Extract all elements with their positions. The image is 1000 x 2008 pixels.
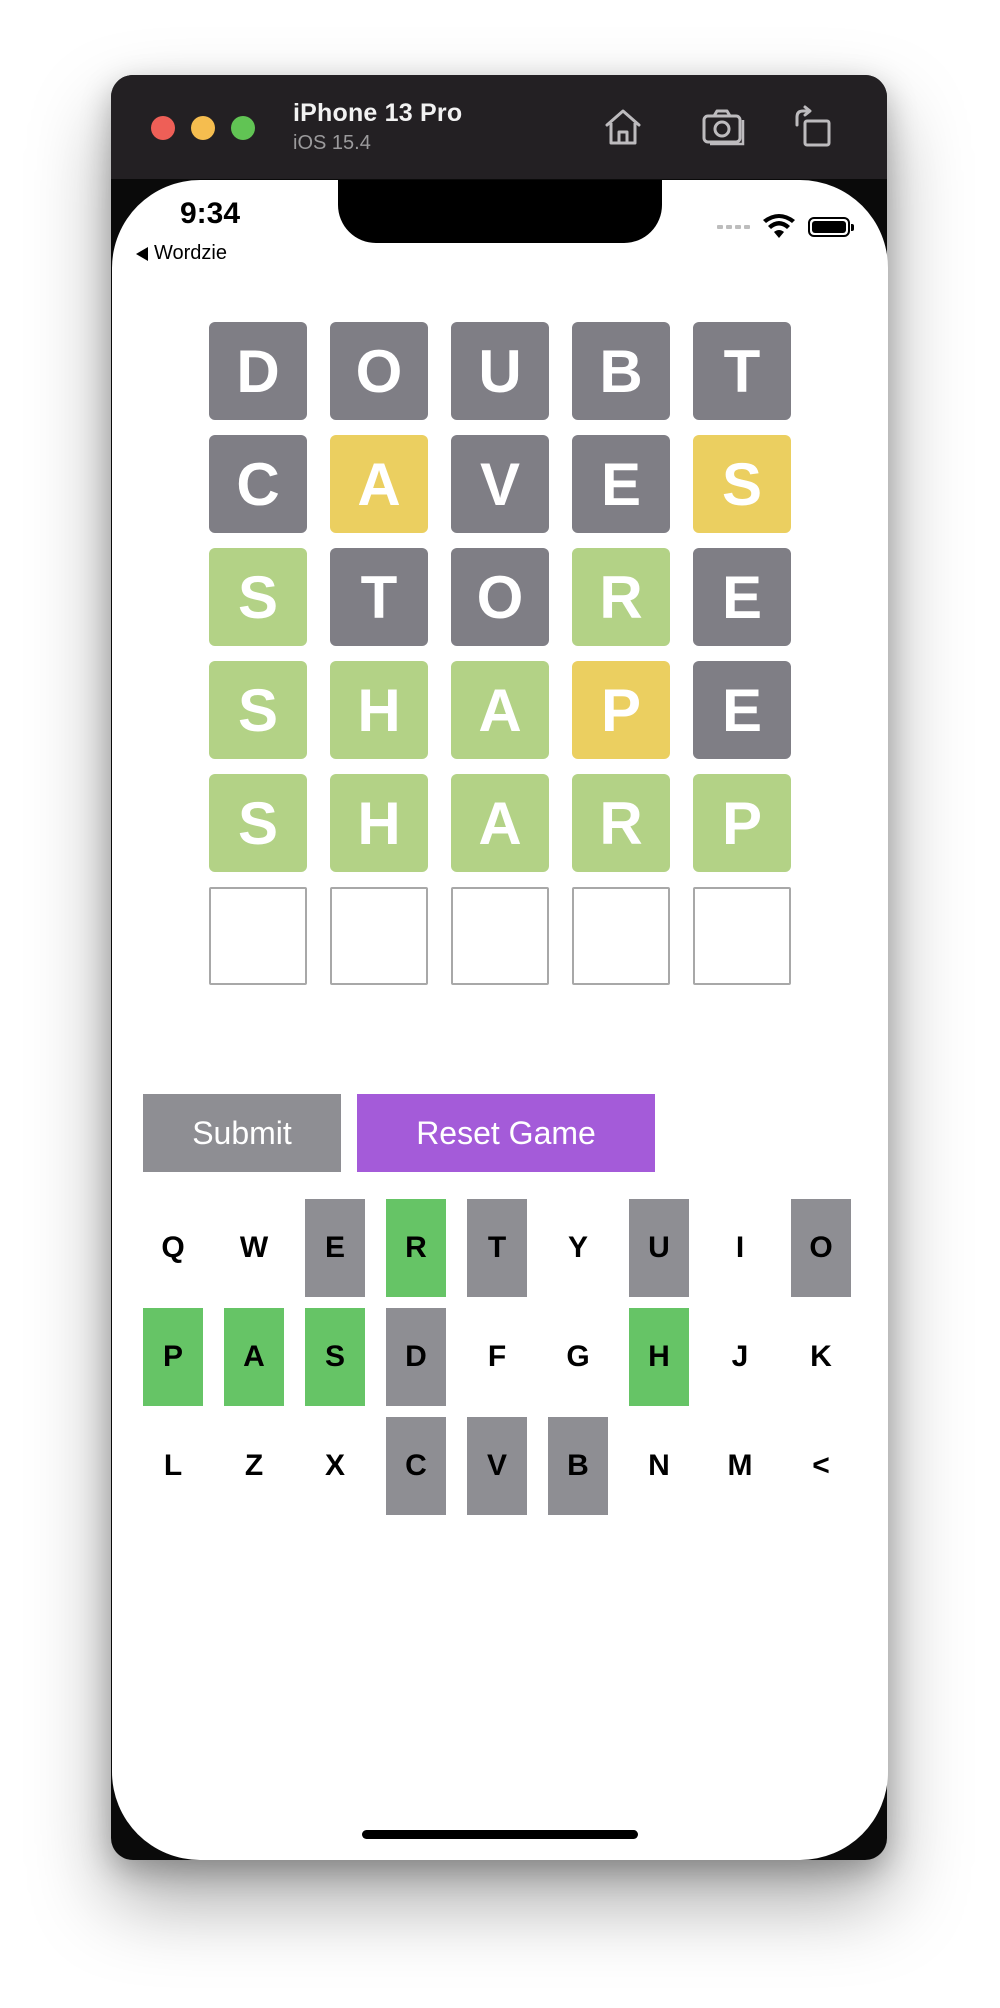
key-m[interactable]: M bbox=[710, 1417, 770, 1515]
board-tile bbox=[209, 887, 307, 985]
home-button[interactable] bbox=[599, 103, 647, 151]
board-tile: D bbox=[209, 322, 307, 420]
key-r[interactable]: R bbox=[386, 1199, 446, 1297]
board-tile bbox=[451, 887, 549, 985]
minimize-window-button[interactable] bbox=[191, 116, 215, 140]
key-z[interactable]: Z bbox=[224, 1417, 284, 1515]
key-u[interactable]: U bbox=[629, 1199, 689, 1297]
os-version: iOS 15.4 bbox=[293, 132, 371, 154]
board-tile: T bbox=[330, 548, 428, 646]
cellular-signal-icon bbox=[717, 225, 750, 229]
board-tile: S bbox=[209, 661, 307, 759]
board-tile: E bbox=[572, 435, 670, 533]
key-k[interactable]: K bbox=[791, 1308, 851, 1406]
home-indicator[interactable] bbox=[362, 1830, 638, 1839]
submit-button[interactable]: Submit bbox=[143, 1094, 341, 1172]
back-to-app-link[interactable]: Wordzie bbox=[136, 242, 227, 265]
back-arrow-icon bbox=[136, 246, 148, 261]
rotate-icon bbox=[795, 105, 831, 147]
board-tile: V bbox=[451, 435, 549, 533]
back-link-label: Wordzie bbox=[154, 242, 227, 264]
board-tile: A bbox=[451, 774, 549, 872]
board-tile: S bbox=[209, 774, 307, 872]
key-s[interactable]: S bbox=[305, 1308, 365, 1406]
key-b[interactable]: B bbox=[548, 1417, 608, 1515]
close-window-button[interactable] bbox=[151, 116, 175, 140]
board-tile bbox=[572, 887, 670, 985]
zoom-window-button[interactable] bbox=[231, 116, 255, 140]
key-i[interactable]: I bbox=[710, 1199, 770, 1297]
board-tile: E bbox=[693, 661, 791, 759]
notch bbox=[338, 180, 662, 243]
board-tile: B bbox=[572, 322, 670, 420]
device-name: iPhone 13 Pro bbox=[293, 99, 463, 127]
board-tile: U bbox=[451, 322, 549, 420]
key-f[interactable]: F bbox=[467, 1308, 527, 1406]
key-t[interactable]: T bbox=[467, 1199, 527, 1297]
board-tile: O bbox=[330, 322, 428, 420]
key-backspace[interactable]: < bbox=[791, 1417, 851, 1515]
board-tile: A bbox=[451, 661, 549, 759]
board-tile: P bbox=[572, 661, 670, 759]
status-time: 9:34 bbox=[180, 197, 241, 230]
key-y[interactable]: Y bbox=[548, 1199, 608, 1297]
reset-game-button[interactable]: Reset Game bbox=[357, 1094, 655, 1172]
key-c[interactable]: C bbox=[386, 1417, 446, 1515]
board-tile: H bbox=[330, 774, 428, 872]
board-tile: O bbox=[451, 548, 549, 646]
board-tile: T bbox=[693, 322, 791, 420]
key-l[interactable]: L bbox=[143, 1417, 203, 1515]
key-j[interactable]: J bbox=[710, 1308, 770, 1406]
key-x[interactable]: X bbox=[305, 1417, 365, 1515]
board-tile: R bbox=[572, 548, 670, 646]
board-tile: A bbox=[330, 435, 428, 533]
battery-icon bbox=[808, 217, 854, 237]
status-indicators bbox=[717, 214, 854, 240]
screenshot-button[interactable] bbox=[699, 103, 747, 151]
key-o[interactable]: O bbox=[791, 1199, 851, 1297]
key-v[interactable]: V bbox=[467, 1417, 527, 1515]
board-tile: H bbox=[330, 661, 428, 759]
board-tile: P bbox=[693, 774, 791, 872]
key-d[interactable]: D bbox=[386, 1308, 446, 1406]
key-n[interactable]: N bbox=[629, 1417, 689, 1515]
key-a[interactable]: A bbox=[224, 1308, 284, 1406]
key-g[interactable]: G bbox=[548, 1308, 608, 1406]
device-screen: 9:34 Wordzie DOUBTCAVESSTORESHAPESHARP S… bbox=[112, 180, 888, 1860]
home-icon bbox=[605, 109, 641, 145]
screenshot-icon bbox=[702, 109, 745, 146]
key-h[interactable]: H bbox=[629, 1308, 689, 1406]
wifi-icon bbox=[763, 214, 795, 238]
rotate-button[interactable] bbox=[789, 103, 837, 151]
board-tile: S bbox=[693, 435, 791, 533]
key-p[interactable]: P bbox=[143, 1308, 203, 1406]
board-tile: C bbox=[209, 435, 307, 533]
board-tile bbox=[693, 887, 791, 985]
board-tile: S bbox=[209, 548, 307, 646]
key-q[interactable]: Q bbox=[143, 1199, 203, 1297]
key-e[interactable]: E bbox=[305, 1199, 365, 1297]
board-tile: R bbox=[572, 774, 670, 872]
board-tile: E bbox=[693, 548, 791, 646]
simulator-titlebar: iPhone 13 Pro iOS 15.4 bbox=[111, 75, 887, 179]
key-w[interactable]: W bbox=[224, 1199, 284, 1297]
board-tile bbox=[330, 887, 428, 985]
